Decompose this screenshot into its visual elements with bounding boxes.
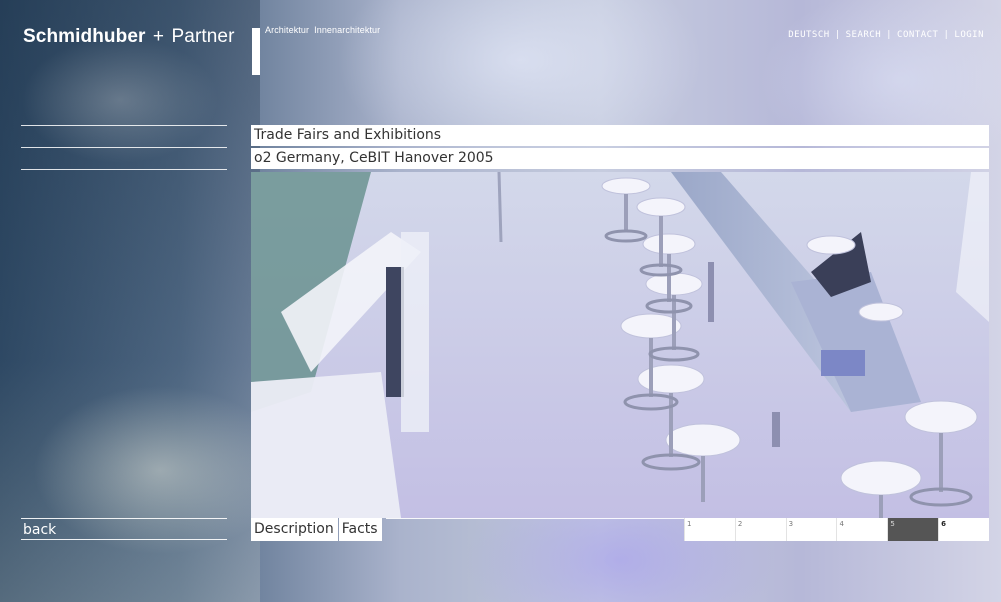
nav-login[interactable]: LOGIN [954,30,984,40]
back-link[interactable]: back [21,518,227,540]
page-3[interactable]: 3 [785,518,837,541]
nav-separator: | [834,30,841,40]
page-2[interactable]: 2 [734,518,786,541]
project-title: o2 Germany, CeBIT Hanover 2005 [251,148,989,169]
nav-separator: | [886,30,893,40]
brand-name-rest: Partner [171,26,235,47]
page-4[interactable]: 4 [836,518,888,541]
brand-logo[interactable]: Schmidhuber + Partner [23,26,235,48]
nav-contact[interactable]: CONTACT [897,30,938,40]
top-navigation: DEUTSCH | SEARCH | CONTACT | LOGIN [788,30,984,40]
tab-description[interactable]: Description [251,518,338,541]
project-photo-illustration [251,172,989,518]
tagline-architektur: Architektur [265,25,310,35]
image-pager: 1 2 3 4 5 6 [684,518,989,541]
nav-search[interactable]: SEARCH [846,30,882,40]
page-5[interactable]: 5 [887,518,939,541]
brand-tagline: Architektur Innenarchitektur [265,25,385,35]
tab-facts[interactable]: Facts [338,518,382,541]
category-title: Trade Fairs and Exhibitions [251,125,989,146]
left-menu-rule [21,125,227,126]
page-1[interactable]: 1 [684,518,735,541]
nav-deutsch[interactable]: DEUTSCH [788,30,829,40]
brand-name-bold: Schmidhuber [23,26,146,47]
tab-rule [386,518,684,519]
brand-plus: + [152,26,165,47]
project-photo [251,172,989,518]
content-tabs: Description Facts [251,518,383,541]
page-6[interactable]: 6 [938,518,989,541]
vertical-bar-divider [252,28,260,75]
left-menu-rule [21,169,227,170]
left-shade [0,0,260,602]
left-menu-rule [21,147,227,148]
nav-separator: | [943,30,950,40]
tagline-innenarchitektur: Innenarchitektur [314,25,381,35]
